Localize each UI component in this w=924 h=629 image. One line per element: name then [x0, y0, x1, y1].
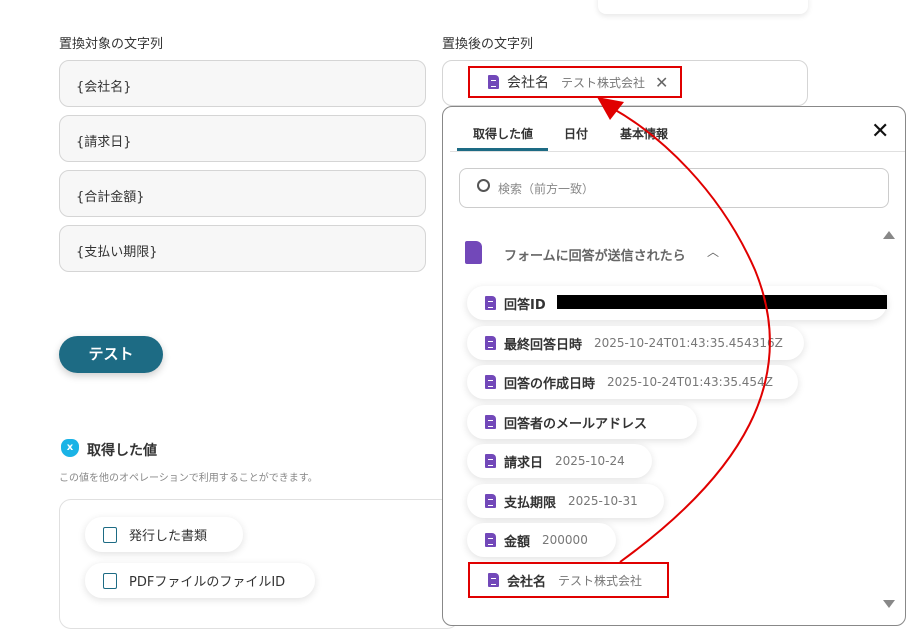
target-label: 置換対象の文字列 — [59, 37, 164, 52]
divider — [450, 151, 905, 152]
variable-item-highlighted[interactable]: 会社名 テスト株式会社 — [468, 562, 669, 598]
variable-item[interactable]: 支払期限 2025-10-31 — [467, 484, 664, 518]
tab-date[interactable]: 日付 — [564, 125, 588, 142]
google-forms-icon — [465, 241, 482, 264]
variable-item[interactable]: 金額 200000 — [467, 523, 616, 557]
search-icon — [477, 179, 490, 192]
search-input[interactable]: 検索（前方一致） — [459, 168, 889, 208]
variable-item[interactable]: 回答者のメールアドレス — [467, 405, 697, 439]
selected-chip[interactable]: 会社名 テスト株式会社 ✕ — [468, 66, 683, 98]
variable-icon: x — [61, 439, 79, 457]
scroll-down-icon[interactable] — [883, 600, 895, 608]
target-field-1[interactable]: {会社名} — [59, 60, 426, 107]
collapse-icon[interactable]: ︿ — [707, 243, 719, 260]
variable-item[interactable]: 回答の作成日時 2025-10-24T01:43:35.454Z — [467, 365, 798, 399]
scroll-up-icon[interactable] — [883, 231, 895, 239]
target-field-4[interactable]: {支払い期限} — [59, 225, 426, 272]
close-icon[interactable]: ✕ — [871, 119, 889, 144]
document-icon — [103, 572, 117, 589]
tab-acquired[interactable]: 取得した値 — [473, 125, 533, 142]
variable-item[interactable]: 回答ID — [467, 286, 887, 320]
output-chip[interactable]: PDFファイルのファイルID — [85, 563, 315, 598]
target-field-2[interactable]: {請求日} — [59, 115, 426, 162]
output-chip[interactable]: 発行した書類 — [85, 517, 243, 552]
form-icon — [488, 75, 499, 89]
test-button[interactable]: テスト — [59, 336, 163, 373]
tab-basic[interactable]: 基本情報 — [620, 125, 668, 142]
remove-icon[interactable]: ✕ — [655, 73, 668, 92]
acquired-title: 取得した値 — [87, 443, 157, 459]
document-icon — [103, 526, 117, 543]
acquired-desc: この値を他のオペレーションで利用することができます。 — [59, 473, 318, 484]
variable-item[interactable]: 請求日 2025-10-24 — [467, 444, 652, 478]
group-title: フォームに回答が送信されたら — [504, 249, 686, 264]
redacted-value — [557, 295, 887, 309]
variable-item[interactable]: 最終回答日時 2025-10-24T01:43:35.454316Z — [467, 326, 804, 360]
target-field-3[interactable]: {合計金額} — [59, 170, 426, 217]
replace-label: 置換後の文字列 — [442, 37, 534, 52]
top-card-fragment — [598, 0, 808, 14]
